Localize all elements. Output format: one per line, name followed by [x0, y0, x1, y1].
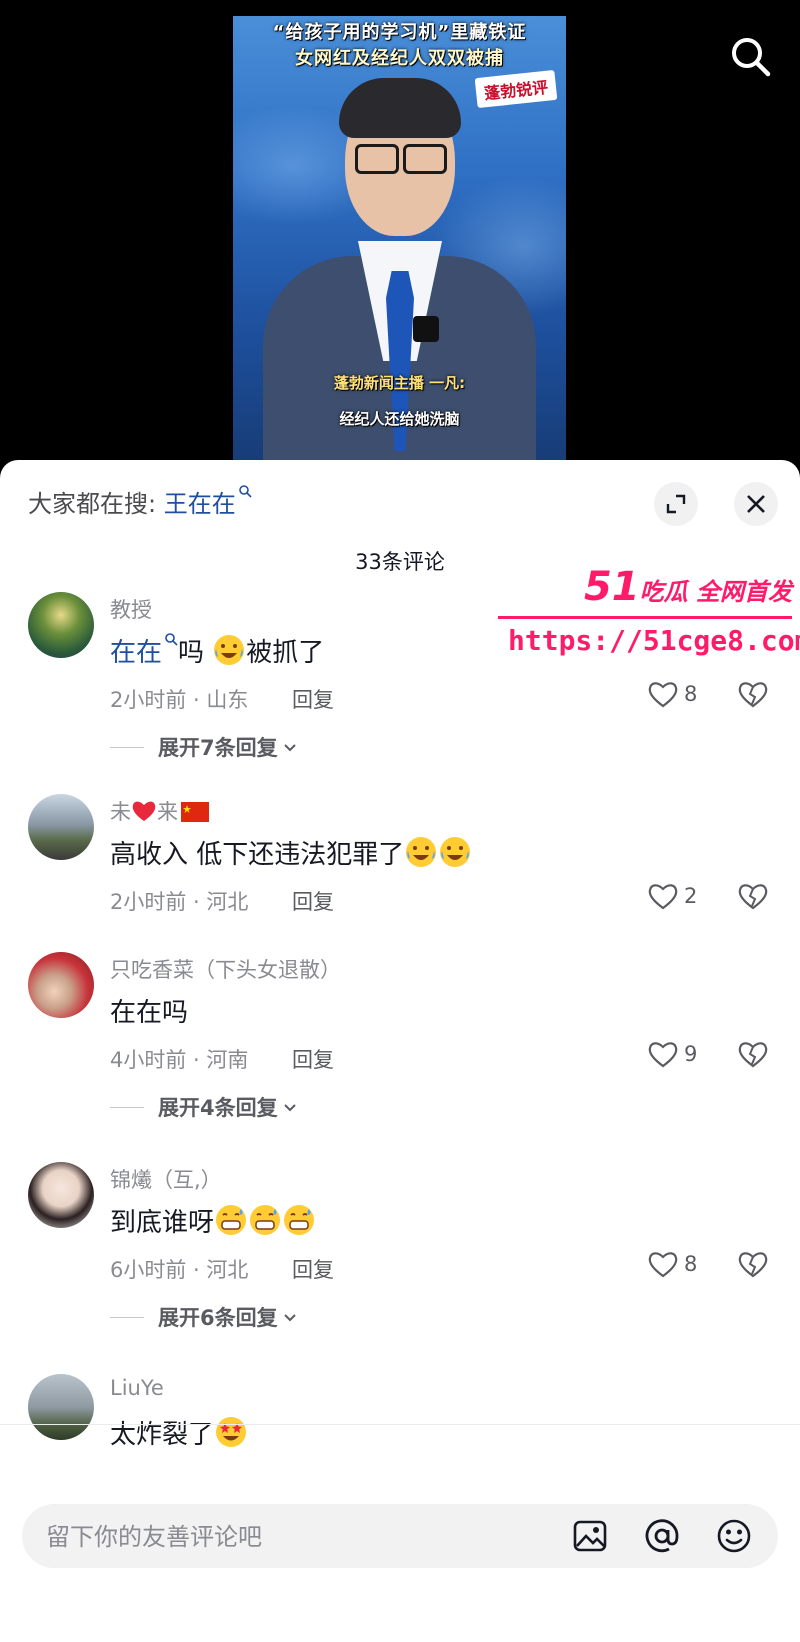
chevron-down-icon [283, 744, 296, 752]
heart-icon [648, 1042, 678, 1068]
comment-text: 在在吗 被抓了 [110, 632, 324, 669]
broken-heart-icon[interactable] [738, 882, 768, 910]
search-icon[interactable] [728, 34, 772, 78]
comment-text: 高收入 低下还违法犯罪了 [110, 834, 472, 871]
video-headline-line1: “给孩子用的学习机”里藏铁证 [272, 22, 527, 43]
broken-heart-icon[interactable] [738, 1250, 768, 1278]
comment-username[interactable]: 锦爔（互,） [110, 1164, 222, 1194]
lapel-mic [413, 316, 439, 342]
like-button[interactable]: 2 [648, 882, 697, 910]
everyone-searching-label: 大家都在搜: [28, 490, 157, 518]
avatar[interactable] [28, 1374, 94, 1440]
video-thumbnail: “给孩子用的学习机”里藏铁证 女网红及经纪人双双被捕 蓬勃锐评 蓬勃新闻主播 一… [233, 16, 566, 470]
avatar[interactable] [28, 592, 94, 658]
red-heart-emoji-icon [132, 801, 156, 821]
comment-meta: 6小时前 · 河北 [110, 1258, 249, 1282]
grin-sweat-emoji-icon [250, 1205, 281, 1235]
like-count: 8 [684, 682, 698, 706]
like-button[interactable]: 8 [648, 680, 697, 708]
watermark-number: 51 [583, 564, 640, 610]
heart-icon [648, 1252, 678, 1278]
laugh-cry-emoji-icon [214, 635, 245, 665]
comment-username[interactable]: 未来 [110, 796, 209, 826]
keyword-search-icon [165, 633, 178, 646]
laugh-cry-emoji-icon [440, 837, 471, 867]
emoji-icon[interactable] [716, 1518, 752, 1554]
keyword-search-icon [238, 485, 252, 498]
like-count: 9 [684, 1042, 698, 1066]
comment-text: 太炸裂了 [110, 1414, 248, 1451]
avatar[interactable] [28, 952, 94, 1018]
watermark: 51吃瓜 全网首发 https://51cge8.com [498, 564, 800, 664]
comment-input-bar [22, 1504, 778, 1570]
like-count: 8 [684, 1252, 698, 1276]
like-count: 2 [684, 884, 698, 908]
expand-replies-button[interactable]: 展开6条回复 [110, 1302, 298, 1332]
comment-username[interactable]: 教授 [110, 594, 152, 624]
reply-button[interactable]: 回复 [292, 684, 334, 714]
comment-username[interactable]: LiuYe [110, 1376, 164, 1400]
comment-username[interactable]: 只吃香菜（下头女退散） [110, 954, 341, 984]
trending-keyword-link[interactable]: 王在在 [164, 490, 236, 518]
like-button[interactable]: 9 [648, 1040, 697, 1068]
video-player[interactable]: “给孩子用的学习机”里藏铁证 女网红及经纪人双双被捕 蓬勃锐评 蓬勃新闻主播 一… [0, 0, 800, 470]
laugh-cry-emoji-icon [406, 837, 437, 867]
broken-heart-icon[interactable] [738, 1040, 768, 1068]
image-icon[interactable] [572, 1518, 608, 1554]
reply-button[interactable]: 回复 [292, 886, 334, 916]
reply-button[interactable]: 回复 [292, 1044, 334, 1074]
video-caption-line1: 蓬勃新闻主播 一凡: [333, 374, 466, 392]
everyone-searching-bar[interactable]: 大家都在搜: 王在在 [28, 484, 252, 519]
expand-replies-button[interactable]: 展开4条回复 [110, 1092, 298, 1122]
star-struck-emoji-icon [216, 1417, 247, 1447]
comment-text: 在在吗 [110, 998, 189, 1028]
expand-icon [666, 494, 686, 514]
chevron-down-icon [283, 1104, 296, 1112]
expand-panel-button[interactable] [654, 482, 698, 526]
close-icon [747, 495, 765, 513]
watermark-title: 吃瓜 全网首发 [639, 578, 792, 606]
comment-meta: 4小时前 · 河南 [110, 1048, 249, 1072]
broken-heart-icon[interactable] [738, 680, 768, 708]
comment-meta: 2小时前 · 河北 [110, 890, 249, 914]
video-headline-line2: 女网红及经纪人双双被捕 [295, 48, 504, 69]
reply-button[interactable]: 回复 [292, 1254, 334, 1284]
grin-sweat-emoji-icon [284, 1205, 315, 1235]
watermark-url: https://51cge8.com [508, 624, 800, 657]
anchor-glasses [355, 144, 447, 174]
expand-replies-button[interactable]: 展开7条回复 [110, 732, 298, 762]
comment-input[interactable] [44, 1504, 548, 1570]
comment-keyword-link[interactable]: 在在 [110, 638, 162, 668]
avatar[interactable] [28, 794, 94, 860]
avatar[interactable] [28, 1162, 94, 1228]
heart-icon [648, 884, 678, 910]
at-icon[interactable] [644, 1518, 680, 1554]
grin-sweat-emoji-icon [216, 1205, 247, 1235]
program-badge: 蓬勃锐评 [474, 69, 558, 109]
like-button[interactable]: 8 [648, 1250, 697, 1278]
china-flag-icon [181, 802, 209, 822]
close-panel-button[interactable] [734, 482, 778, 526]
video-caption-line2: 经纪人还给她洗脑 [339, 410, 460, 428]
comment-panel: 大家都在搜: 王在在 33条评论 51吃瓜 全网首发 https://51cge… [0, 460, 800, 1642]
chevron-down-icon [283, 1314, 296, 1322]
heart-icon [648, 682, 678, 708]
comment-meta: 2小时前 · 山东 [110, 688, 249, 712]
comment-text: 到底谁呀 [110, 1202, 316, 1239]
